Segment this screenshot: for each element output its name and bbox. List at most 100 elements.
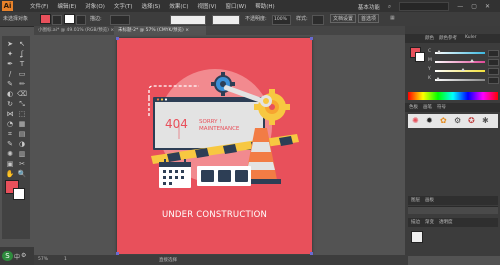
style-dropdown[interactable] bbox=[312, 15, 324, 25]
close-icon[interactable]: ✕ bbox=[485, 3, 490, 10]
layer-row[interactable] bbox=[408, 206, 498, 214]
maximize-icon[interactable]: ▢ bbox=[471, 3, 477, 10]
mesh-tool-icon[interactable]: ⌗ bbox=[4, 130, 16, 139]
menu-item[interactable]: 编辑(E) bbox=[57, 2, 76, 10]
blend-tool-icon[interactable]: ◑ bbox=[16, 140, 28, 149]
arrange-icon[interactable]: ▦ bbox=[390, 15, 395, 21]
ime-logo[interactable]: S bbox=[2, 251, 13, 261]
tab-untitled-2[interactable]: 未标题-2* @ 57% (CMYK/预览) × bbox=[114, 26, 206, 35]
variable-width-profile[interactable] bbox=[170, 15, 206, 25]
preferences-button[interactable]: 首选项 bbox=[358, 14, 380, 23]
sun-symbol-icon: ✱ bbox=[482, 116, 489, 125]
slider-knob[interactable] bbox=[437, 50, 442, 53]
eraser-tool-icon[interactable]: ⌫ bbox=[16, 90, 28, 99]
color-slider[interactable] bbox=[435, 68, 485, 72]
slider-value-input[interactable] bbox=[488, 59, 499, 66]
slider-value-input[interactable] bbox=[488, 77, 499, 84]
blob-brush-tool-icon[interactable]: ◐ bbox=[4, 90, 16, 99]
shape-builder-tool-icon[interactable]: ◔ bbox=[4, 120, 16, 129]
opacity-input[interactable]: 100% bbox=[272, 15, 291, 25]
menu-item[interactable]: 文字(T) bbox=[114, 2, 133, 10]
lasso-tool-icon[interactable]: ʆ bbox=[16, 50, 28, 59]
search-input[interactable] bbox=[399, 2, 450, 11]
color-spectrum[interactable] bbox=[408, 92, 498, 100]
slider-knob[interactable] bbox=[461, 68, 466, 71]
color-slider[interactable] bbox=[435, 50, 485, 54]
stroke-dropdown[interactable] bbox=[76, 15, 86, 25]
menu-item[interactable]: 帮助(H) bbox=[255, 2, 274, 10]
page-number[interactable]: 1 bbox=[64, 257, 67, 262]
menu-item[interactable]: 视图(V) bbox=[197, 2, 216, 10]
perspective-grid-tool-icon[interactable]: ▦ bbox=[16, 120, 28, 129]
tab-color[interactable]: 颜色 bbox=[425, 35, 434, 41]
slider-value-input[interactable] bbox=[488, 68, 499, 75]
workspace-switcher[interactable]: 基本功能 bbox=[358, 3, 380, 11]
artboard-tool-icon[interactable]: ▣ bbox=[4, 160, 16, 169]
direct-selection-tool-icon[interactable]: ↖ bbox=[16, 40, 28, 49]
selection-handle[interactable] bbox=[116, 37, 119, 40]
paintbrush-tool-icon[interactable]: ✎ bbox=[4, 80, 16, 89]
tab-brushes[interactable]: 画笔 bbox=[423, 104, 432, 110]
close-icon[interactable]: × bbox=[185, 28, 189, 33]
rotate-tool-icon[interactable]: ↻ bbox=[4, 100, 16, 109]
slice-tool-icon[interactable]: ✂ bbox=[16, 160, 28, 169]
column-graph-tool-icon[interactable]: ▥ bbox=[16, 150, 28, 159]
blot-symbol-icon: ✹ bbox=[426, 116, 433, 125]
eyedropper-tool-icon[interactable]: ✎ bbox=[4, 140, 16, 149]
symbol-sprayer-tool-icon[interactable]: ✺ bbox=[4, 150, 16, 159]
brush-definition[interactable] bbox=[212, 15, 240, 25]
fill-color-swatch[interactable] bbox=[40, 14, 51, 24]
ime-settings-icon[interactable]: ⚙ bbox=[21, 252, 26, 259]
slider-knob[interactable] bbox=[469, 59, 474, 62]
slider-label: K bbox=[428, 76, 431, 81]
tab-layers[interactable]: 图层 bbox=[411, 197, 420, 203]
rectangle-tool-icon[interactable]: ▭ bbox=[16, 70, 28, 79]
app-logo: Ai bbox=[2, 1, 13, 11]
stroke-color-box[interactable] bbox=[13, 188, 25, 200]
slider-value-input[interactable] bbox=[488, 50, 499, 57]
zoom-tool-icon[interactable]: 🔍 bbox=[16, 170, 28, 179]
selection-tool-icon[interactable]: ➤ bbox=[4, 40, 16, 49]
splash-symbol-icon: ✺ bbox=[412, 116, 419, 125]
magic-wand-tool-icon[interactable]: ✦ bbox=[4, 50, 16, 59]
zoom-level[interactable]: 57% bbox=[38, 257, 48, 262]
tab-stroke[interactable]: 描边 bbox=[411, 219, 420, 225]
tab-symbols[interactable]: 符号 bbox=[437, 104, 446, 110]
fill-dropdown[interactable] bbox=[52, 15, 62, 25]
pen-tool-icon[interactable]: ✒ bbox=[4, 60, 16, 69]
stroke-color-swatch[interactable] bbox=[64, 14, 75, 24]
document-setup-button[interactable]: 文档设置 bbox=[330, 14, 357, 23]
tab-transparency[interactable]: 透明度 bbox=[439, 219, 453, 225]
pencil-tool-icon[interactable]: ✏ bbox=[16, 80, 28, 89]
ime-mode[interactable]: 中 bbox=[14, 252, 20, 261]
menu-item[interactable]: 窗口(W) bbox=[226, 2, 247, 10]
type-tool-icon[interactable]: T bbox=[16, 60, 28, 69]
tab-color-guide[interactable]: 颜色参考 bbox=[439, 35, 457, 41]
color-slider[interactable] bbox=[435, 77, 485, 81]
menu-item[interactable]: 效果(C) bbox=[169, 2, 188, 10]
tab-xiaotubiao[interactable]: 小图标.ai* @ 49.01% (RGB/预览) × bbox=[34, 26, 118, 35]
color-slider[interactable] bbox=[435, 59, 485, 63]
tab-kuler[interactable]: Kuler bbox=[465, 35, 476, 40]
stroke-swatch[interactable] bbox=[415, 52, 425, 62]
gradient-swatch[interactable] bbox=[411, 231, 423, 243]
gradient-tool-icon[interactable]: ▤ bbox=[16, 130, 28, 139]
tab-swatches[interactable]: 色板 bbox=[409, 104, 418, 110]
symbols-list[interactable]: ✺ ✹ ✿ ⚙ ✪ ✱ bbox=[408, 114, 498, 128]
selection-handle[interactable] bbox=[310, 37, 313, 40]
menu-item[interactable]: 选择(S) bbox=[142, 2, 161, 10]
artboard[interactable]: 404 SORRY ! MAINTENANCE UNDER CONSTRUCTI… bbox=[116, 37, 313, 255]
tab-gradient[interactable]: 渐变 bbox=[425, 219, 434, 225]
scale-tool-icon[interactable]: ⤡ bbox=[16, 100, 28, 109]
stroke-width-input[interactable] bbox=[110, 15, 130, 25]
free-transform-tool-icon[interactable]: ⬚ bbox=[16, 110, 28, 119]
width-tool-icon[interactable]: ⋈ bbox=[4, 110, 16, 119]
minimize-icon[interactable]: — bbox=[457, 3, 463, 10]
hand-tool-icon[interactable]: ✋ bbox=[4, 170, 16, 179]
menu-item[interactable]: 文件(F) bbox=[30, 2, 48, 10]
line-tool-icon[interactable]: / bbox=[4, 70, 16, 79]
tab-artboards[interactable]: 画板 bbox=[425, 197, 434, 203]
slider-knob[interactable] bbox=[435, 77, 440, 80]
menu-item[interactable]: 对象(O) bbox=[85, 2, 105, 10]
color-panel-header: 颜色 颜色参考 Kuler bbox=[405, 34, 500, 43]
